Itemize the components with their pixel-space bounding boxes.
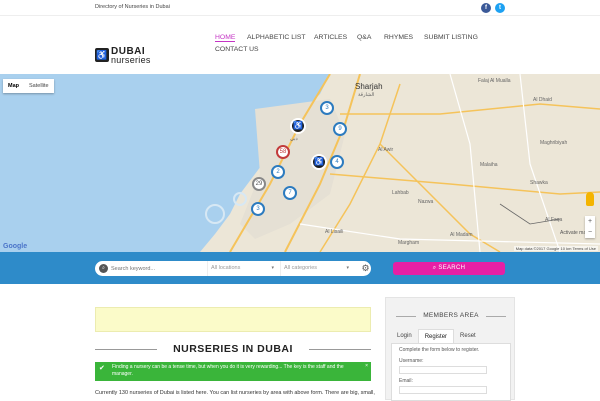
map-label: Al Madam	[450, 232, 473, 238]
email-label: Email:	[399, 378, 413, 384]
facebook-icon[interactable]: f	[481, 3, 491, 13]
map-label: Malaiha	[480, 162, 498, 168]
gear-icon[interactable]: ⚙	[359, 262, 372, 275]
top-bar: Directory of Nurseries in Dubai f t	[0, 0, 600, 16]
nav-alphabetic-list[interactable]: ALPHABETIC LIST	[247, 34, 306, 41]
notice-text: Finding a nursery can be a tense time, b…	[112, 364, 344, 377]
map-canvas	[0, 74, 600, 252]
search-icon: ⌕	[432, 265, 437, 271]
username-label: Username:	[399, 358, 424, 364]
check-icon: ✔	[99, 365, 105, 372]
category-select[interactable]: All categories ▾	[280, 261, 352, 276]
map-type-tabs: Map Satellite	[3, 79, 54, 93]
map-cluster-marker[interactable]: 3	[320, 101, 334, 115]
register-panel: Complete the form below to register. Use…	[391, 343, 511, 401]
search-icon: ⌕	[99, 264, 108, 273]
header: ♿ DUBAI nurseries HOME ALPHABETIC LIST A…	[0, 16, 600, 74]
ad-placeholder	[95, 307, 371, 332]
map-cluster-marker[interactable]: 2	[271, 165, 285, 179]
google-logo: Google	[3, 243, 28, 250]
map[interactable]: Map Satellite Sharjah الشارقة دبي Al Dha…	[0, 74, 600, 252]
map-cluster-marker[interactable]: 3	[251, 202, 265, 216]
search-button[interactable]: ⌕ SEARCH	[393, 262, 505, 275]
map-cluster-marker[interactable]: 4	[330, 155, 344, 169]
zoom-in-icon[interactable]: +	[585, 216, 595, 227]
stroller-icon: ♿	[95, 48, 109, 62]
nav-articles[interactable]: ARTICLES	[314, 34, 347, 41]
search-bar: ⌕ All locations ▾ All categories ▾ ⚙ ⌕ S…	[0, 252, 600, 284]
map-label: Sharjah	[355, 82, 383, 91]
map-label: Lahbab	[392, 190, 409, 196]
map-label: Al Dhaid	[533, 97, 552, 103]
intro-text: Currently 130 nurseries of Dubai is list…	[95, 390, 375, 396]
map-tab-map[interactable]: Map	[3, 79, 24, 93]
zoom-out-icon[interactable]: −	[585, 227, 595, 238]
chevron-down-icon: ▾	[346, 265, 349, 271]
search-form: ⌕ All locations ▾ All categories ▾ ⚙	[95, 261, 371, 276]
email-field[interactable]	[399, 386, 487, 394]
notice-banner: ✔ Finding a nursery can be a tense time,…	[95, 362, 371, 381]
nav-home[interactable]: HOME	[215, 34, 236, 42]
zoom-control[interactable]: + −	[585, 216, 595, 238]
map-label: Al Lisaili	[325, 229, 344, 235]
map-cluster-marker[interactable]: 7	[283, 186, 297, 200]
map-cluster-marker[interactable]: 9	[333, 122, 347, 136]
location-select[interactable]: All locations ▾	[207, 261, 277, 276]
tab-login[interactable]: Login	[391, 329, 418, 343]
twitter-icon[interactable]: t	[495, 3, 505, 13]
nav-qa[interactable]: Q&A	[357, 34, 371, 41]
map-cluster-marker[interactable]: 58	[276, 145, 290, 159]
site-tagline: Directory of Nurseries in Dubai	[95, 4, 170, 10]
page-title: NURSERIES IN DUBAI	[95, 343, 371, 355]
tab-register[interactable]: Register	[417, 329, 455, 343]
map-label: الشارقة	[358, 92, 375, 98]
chevron-down-icon: ▾	[271, 265, 274, 271]
street-view-pegman-icon[interactable]	[586, 192, 594, 206]
site-logo[interactable]: ♿ DUBAI nurseries	[95, 46, 165, 66]
map-label: Falaj Al Mualla	[478, 78, 511, 84]
map-cluster-marker[interactable]: 29	[252, 177, 266, 191]
map-label: Al Faqa	[545, 217, 563, 223]
map-label: Al Awir	[378, 147, 394, 153]
nav-contact-us[interactable]: CONTACT US	[215, 46, 259, 53]
nav-submit-listing[interactable]: SUBMIT LISTING	[424, 34, 478, 41]
nursery-pin-icon[interactable]: ♿	[311, 154, 327, 170]
map-label: Maghribiyah	[540, 140, 568, 146]
map-tab-satellite[interactable]: Satellite	[24, 79, 54, 93]
map-attribution[interactable]: Map data ©2017 Google 10 km Terms of Use	[513, 246, 598, 251]
map-label: Shawka	[530, 180, 548, 186]
register-info: Complete the form below to register.	[399, 347, 480, 353]
username-field[interactable]	[399, 366, 487, 374]
map-label: Margham	[398, 240, 420, 246]
auth-tabs: Login Register Reset	[391, 329, 482, 343]
close-icon[interactable]: ×	[365, 363, 368, 370]
tab-reset[interactable]: Reset	[454, 329, 482, 343]
nav-rhymes[interactable]: RHYMES	[384, 34, 413, 41]
map-label: Nazwa	[418, 199, 434, 205]
nursery-pin-icon[interactable]: ♿	[290, 118, 306, 134]
map-label: دبي	[290, 136, 298, 142]
members-area-title: MEMBERS AREA	[386, 312, 516, 319]
members-sidebar: MEMBERS AREA Login Register Reset Comple…	[385, 297, 516, 401]
keyword-input[interactable]	[111, 261, 201, 276]
